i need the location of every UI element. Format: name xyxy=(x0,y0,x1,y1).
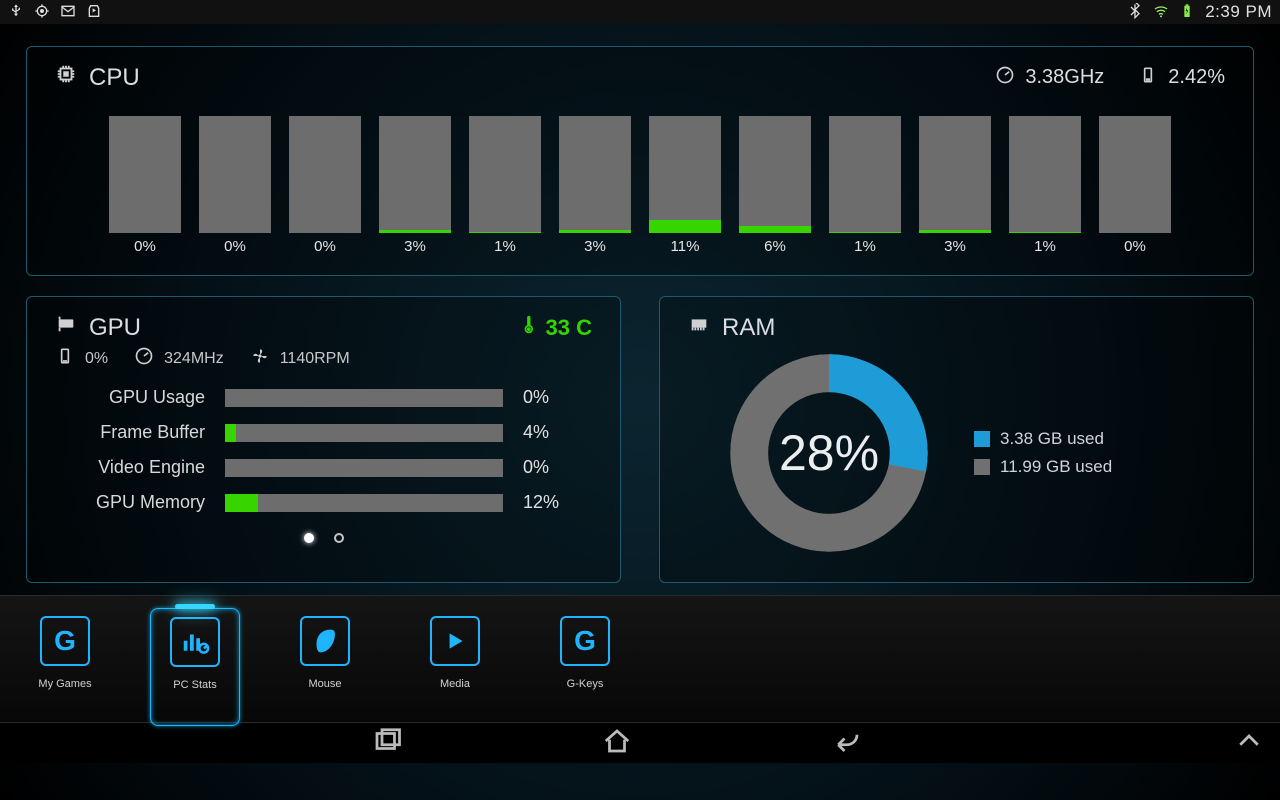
gpu-load-value: 0% xyxy=(85,350,108,368)
gpu-title: GPU xyxy=(89,314,141,342)
nav-label: My Games xyxy=(38,678,91,690)
nav-item-pc-stats[interactable]: PC Stats xyxy=(150,608,240,726)
gpu-temp-value: 33 C xyxy=(546,315,592,341)
android-nav-bar xyxy=(0,723,1280,763)
load-icon xyxy=(55,346,75,371)
gpu-metric-row: Video Engine0% xyxy=(55,457,592,478)
nav-icon xyxy=(430,616,480,666)
cpu-core-bar: 1% xyxy=(829,116,901,255)
cpu-core-bar: 3% xyxy=(919,116,991,255)
page-dot-2[interactable] xyxy=(334,533,344,543)
cpu-core-bar: 0% xyxy=(199,116,271,255)
nav-icon: G xyxy=(560,616,610,666)
cpu-core-bar: 1% xyxy=(1009,116,1081,255)
cpu-title: CPU xyxy=(89,64,140,92)
gpu-panel: GPU 33 C 0% 324MHz 1140RPM GPU Usage0% Fr… xyxy=(26,296,621,583)
legend-swatch-total xyxy=(974,459,990,475)
gpu-metric-bars: GPU Usage0% Frame Buffer4% Video Engine0% G… xyxy=(55,387,592,513)
cpu-core-bar: 0% xyxy=(109,116,181,255)
wifi-icon xyxy=(1153,3,1169,22)
ram-donut-chart: 28% xyxy=(724,348,934,558)
recent-apps-button[interactable] xyxy=(372,726,402,761)
gpu-metric-row: GPU Usage0% xyxy=(55,387,592,408)
cpu-load-value: 2.42% xyxy=(1168,66,1225,89)
cpu-panel: CPU 3.38GHz 2.42% 0%0%0%3%1%3%11%6%1%3%1… xyxy=(26,46,1254,276)
page-dot-1[interactable] xyxy=(304,533,314,543)
back-button[interactable] xyxy=(832,726,862,761)
nav-label: G-Keys xyxy=(567,678,604,690)
gpu-icon xyxy=(55,313,77,342)
cpu-core-bar: 1% xyxy=(469,116,541,255)
ram-legend: 3.38 GB used 11.99 GB used xyxy=(974,429,1112,477)
ram-total-label: 11.99 GB used xyxy=(1000,457,1112,477)
gauge-icon xyxy=(995,65,1015,91)
expand-icon[interactable] xyxy=(1234,726,1264,761)
nav-label: PC Stats xyxy=(173,679,216,691)
nav-label: Media xyxy=(440,678,470,690)
home-button[interactable] xyxy=(602,726,632,761)
page-indicator[interactable] xyxy=(55,533,592,543)
cpu-freq-value: 3.38GHz xyxy=(1025,66,1104,89)
usb-icon xyxy=(8,3,24,22)
legend-swatch-used xyxy=(974,431,990,447)
bottom-nav: G My Games PC Stats Mouse Media G G-Keys xyxy=(0,595,1280,723)
android-status-bar: 2:39 PM xyxy=(0,0,1280,24)
load-icon xyxy=(1138,65,1158,91)
ram-icon xyxy=(688,313,710,342)
cpu-core-bar: 0% xyxy=(289,116,361,255)
battery-icon xyxy=(1179,3,1195,22)
gpu-clock-value: 324MHz xyxy=(164,350,224,368)
cpu-icon xyxy=(55,63,77,92)
nav-icon xyxy=(300,616,350,666)
cpu-core-bar: 11% xyxy=(649,116,721,255)
ram-title: RAM xyxy=(722,314,775,342)
gps-icon xyxy=(34,3,50,22)
nav-icon: G xyxy=(40,616,90,666)
ram-percent-label: 28% xyxy=(724,348,934,558)
ram-used-label: 3.38 GB used xyxy=(1000,429,1104,449)
cpu-load: 2.42% xyxy=(1138,65,1225,91)
gpu-metric-row: GPU Memory12% xyxy=(55,492,592,513)
ram-panel: RAM 28% 3.38 GB used 11.99 GB used xyxy=(659,296,1254,583)
gpu-metric-row: Frame Buffer4% xyxy=(55,422,592,443)
nav-icon xyxy=(170,617,220,667)
cpu-freq: 3.38GHz xyxy=(995,65,1104,91)
bluetooth-icon xyxy=(1127,3,1143,22)
nav-item-my-games[interactable]: G My Games xyxy=(20,616,110,690)
cpu-core-bar: 6% xyxy=(739,116,811,255)
fan-icon xyxy=(250,346,270,371)
cpu-core-bar: 3% xyxy=(379,116,451,255)
nav-item-media[interactable]: Media xyxy=(410,616,500,690)
mail-icon xyxy=(60,3,76,22)
gauge-icon xyxy=(134,346,154,371)
cpu-core-bar: 3% xyxy=(559,116,631,255)
cpu-core-bar: 0% xyxy=(1099,116,1171,255)
cpu-core-bars: 0%0%0%3%1%3%11%6%1%3%1%0% xyxy=(55,116,1225,255)
clock-time: 2:39 PM xyxy=(1205,2,1272,22)
nav-label: Mouse xyxy=(308,678,341,690)
store-icon xyxy=(86,3,102,22)
nav-item-mouse[interactable]: Mouse xyxy=(280,616,370,690)
gpu-fan-value: 1140RPM xyxy=(280,350,350,368)
nav-item-g-keys[interactable]: G G-Keys xyxy=(540,616,630,690)
main-stage: CPU 3.38GHz 2.42% 0%0%0%3%1%3%11%6%1%3%1… xyxy=(0,24,1280,587)
thermometer-icon xyxy=(518,315,538,341)
